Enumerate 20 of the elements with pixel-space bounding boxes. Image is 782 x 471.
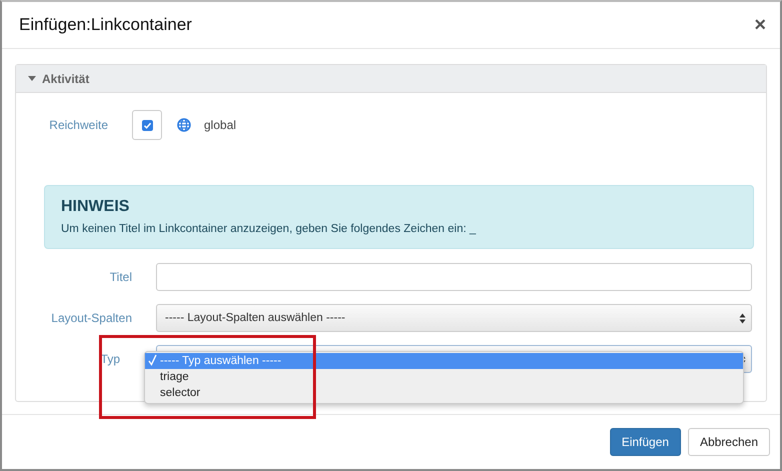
field-label: Titel [108,270,133,284]
text-field[interactable] [156,263,752,291]
dialog-title: Einfügen:Linkcontainer [19,15,192,35]
checkmark-icon [148,354,157,366]
checkbox[interactable] [142,120,152,130]
scope-value: global [204,118,236,132]
insert-button[interactable]: Einfügen [610,428,681,456]
field-label: Typ [100,352,121,366]
cancel-button[interactable]: Abbrechen [688,428,770,456]
caret-icon [28,76,36,81]
field-label: Layout-Spalten [50,311,133,325]
dropdown-option[interactable]: triage [145,369,743,385]
notice-heading: HINWEIS [61,198,130,216]
dropdown-option[interactable]: selector [145,385,743,401]
close-button[interactable]: × [752,15,768,35]
globe-icon [177,118,191,132]
notice-text: Um keinen Titel im Linkcontainer anzuzeigen, geben Sie folgendes Zeichen ein: _ [61,223,477,235]
section-header[interactable]: Aktivität [16,65,766,93]
field-label: Reichweite [48,118,109,132]
select-field[interactable]: ----- Layout-Spalten auswählen ----- [156,304,752,332]
